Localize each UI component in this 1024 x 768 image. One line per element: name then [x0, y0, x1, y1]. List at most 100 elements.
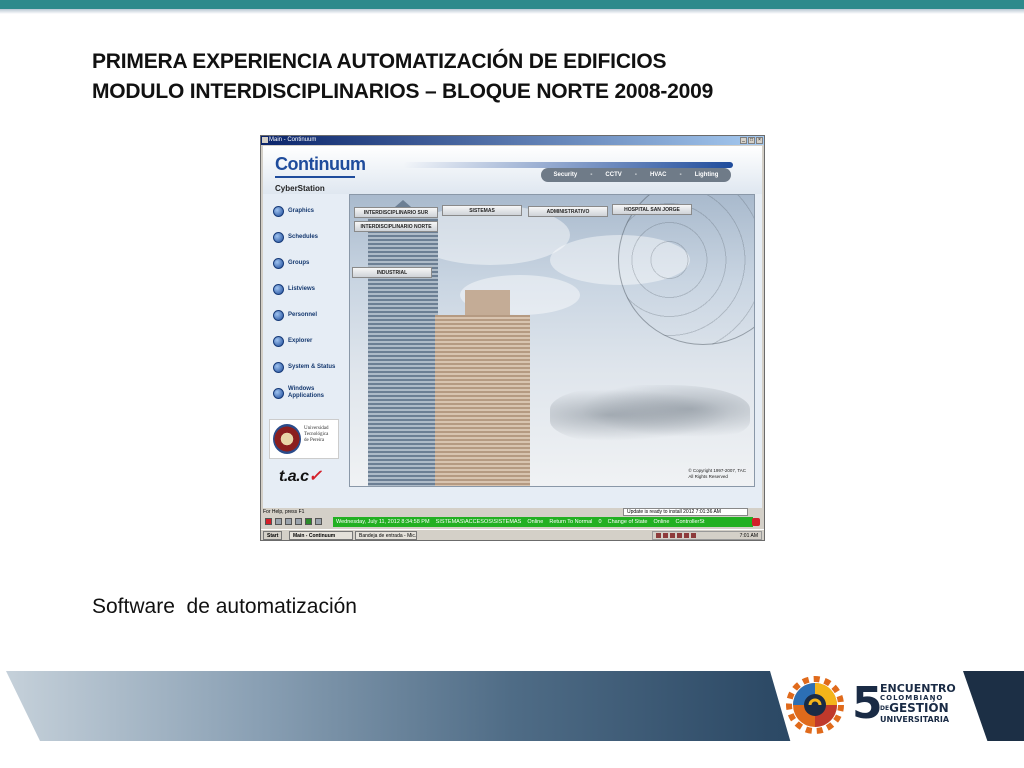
building-administrativo-button[interactable]: ADMINISTRATIVO [528, 206, 608, 217]
graphics-icon [273, 206, 284, 217]
top-accent-shadow [0, 9, 1024, 14]
update-time: 7:01:36 AM [695, 509, 721, 515]
task-bandeja-entrada[interactable]: Bandeja de entrada - Mic... [355, 531, 417, 540]
sidebar-item-label: System & Status [288, 364, 336, 370]
nav-lighting[interactable]: Lighting [695, 172, 719, 178]
building-hospital-san-jorge-button[interactable]: HOSPITAL SAN JORGE [612, 204, 692, 215]
building-sistemas-button[interactable]: SISTEMAS [442, 205, 522, 216]
event-gear-logo-icon [786, 676, 844, 734]
listviews-icon [273, 284, 284, 295]
copyright-text: © Copyright 1997-2007, TAC All Rights Re… [688, 468, 746, 479]
taskbar-clock: 7:01 AM [739, 533, 758, 539]
event-line4: UNIVERSITARIA [880, 715, 950, 724]
sidebar-item-label: Listviews [288, 286, 316, 292]
slide-caption: Software de automatización [92, 595, 357, 618]
university-seal-icon [273, 424, 301, 454]
sidebar-item-listviews[interactable]: Listviews [273, 284, 315, 295]
window-titlebar: Main - Continuum _ □ × [261, 136, 764, 145]
nav-separator: - [590, 172, 593, 178]
schedules-icon [273, 232, 284, 243]
nav-separator: - [634, 172, 637, 178]
sidebar-item-label: Graphics [288, 208, 315, 214]
event-de: DE [880, 705, 890, 712]
explorer-icon [273, 336, 284, 347]
tray-icons [656, 533, 696, 538]
alarm-tool-icon[interactable] [315, 518, 322, 525]
continuum-app: Continuum CyberStation Security - CCTV -… [263, 146, 762, 508]
tray-icon[interactable] [670, 533, 675, 538]
tray-icon[interactable] [663, 533, 668, 538]
nav-hvac[interactable]: HVAC [650, 172, 667, 178]
windows-taskbar: Start Main - Continuum Bandeja de entrad… [261, 529, 764, 540]
nav-security[interactable]: Security [554, 172, 578, 178]
tray-icon[interactable] [684, 533, 689, 538]
sidebar-item-label: Personnel [288, 312, 318, 318]
sidebar-item-system-status[interactable]: System & Status [273, 362, 335, 373]
alarm-bar: Wednesday, July 11, 2012 8:34:58 PM SIST… [263, 516, 762, 528]
update-date: 2012 [683, 509, 695, 515]
window-title: Main - Continuum [269, 137, 317, 143]
alarm-indicator-icon[interactable] [752, 518, 760, 526]
skyscraper-image [368, 215, 438, 486]
brand-underline [275, 176, 355, 178]
alarm-tool-icon[interactable] [265, 518, 272, 525]
event-line3: GESTIÓN [889, 701, 949, 715]
building-interdisciplinario-norte-button[interactable]: INTERDISCIPLINARIO NORTE [354, 221, 438, 232]
top-nav: Security - CCTV - HVAC - Lighting [541, 168, 731, 182]
app-icon [262, 137, 268, 143]
help-text: For Help, press F1 [263, 509, 305, 515]
alarm-message[interactable]: Wednesday, July 11, 2012 8:34:58 PM SIST… [333, 517, 753, 527]
task-main-continuum[interactable]: Main - Continuum [289, 531, 353, 540]
sidebar-item-groups[interactable]: Groups [273, 258, 309, 269]
event-line1: ENCUENTRO [880, 682, 956, 695]
alarm-tool-icon[interactable] [275, 518, 282, 525]
nav-cctv[interactable]: CCTV [605, 172, 621, 178]
tac-logo: t.a.c✓ [279, 468, 322, 485]
alarm-toolbar [265, 518, 322, 525]
sidebar-item-label: Groups [288, 260, 310, 266]
world-map-image [550, 385, 750, 445]
system-status-icon [273, 362, 284, 373]
nav-separator: - [679, 172, 682, 178]
building-graphic-panel: INTERDISCIPLINARIO SUR SISTEMAS ADMINIST… [349, 194, 755, 487]
building-industrial-button[interactable]: INDUSTRIAL [352, 267, 432, 278]
sidebar-item-graphics[interactable]: Graphics [273, 206, 314, 217]
slide-title: PRIMERA EXPERIENCIA AUTOMATIZACIÓN DE ED… [92, 47, 972, 107]
update-text: Update is ready to install [627, 509, 682, 515]
personnel-icon [273, 310, 284, 321]
slide-title-line1: PRIMERA EXPERIENCIA AUTOMATIZACIÓN DE ED… [92, 50, 667, 73]
tray-icon[interactable] [656, 533, 661, 538]
building-image [435, 315, 530, 486]
app-header: Continuum CyberStation Security - CCTV -… [263, 146, 762, 194]
update-notification[interactable]: Update is ready to install 2012 7:01:36 … [623, 508, 748, 516]
event-logo-text: 5 ENCUENTRO COLOMBIANO DEGESTIÓN UNIVERS… [852, 681, 962, 731]
sidebar-item-explorer[interactable]: Explorer [273, 336, 312, 347]
globe-wireframe [618, 195, 754, 345]
sidebar-item-schedules[interactable]: Schedules [273, 232, 318, 243]
building-interdisciplinario-sur-button[interactable]: INTERDISCIPLINARIO SUR [354, 207, 438, 218]
cyberstation-label: CyberStation [275, 184, 325, 193]
tac-check-icon: ✓ [308, 468, 322, 485]
university-logo: Universidad Tecnológica de Pereira [269, 419, 339, 459]
alarm-tool-icon[interactable] [285, 518, 292, 525]
sidebar-item-label: Explorer [288, 338, 313, 344]
groups-icon [273, 258, 284, 269]
event-number: 5 [852, 678, 883, 729]
minimize-button[interactable]: _ [740, 137, 747, 144]
sidebar-item-label: Windows Applications [288, 386, 325, 399]
start-button[interactable]: Start [263, 531, 283, 540]
close-button[interactable]: × [756, 137, 763, 144]
alarm-tool-icon[interactable] [305, 518, 312, 525]
sidebar-item-label: Schedules [288, 234, 319, 240]
sidebar-item-personnel[interactable]: Personnel [273, 310, 317, 321]
continuum-brand: Continuum [275, 154, 366, 174]
windows-applications-icon [273, 387, 284, 399]
slide-title-line2: MODULO INTERDISCIPLINARIOS – BLOQUE NORT… [92, 80, 714, 103]
sidebar-item-windows-applications[interactable]: Windows Applications [273, 386, 328, 400]
top-accent-bar [0, 0, 1024, 9]
tray-icon[interactable] [677, 533, 682, 538]
tray-icon[interactable] [691, 533, 696, 538]
university-name: Universidad Tecnológica de Pereira [304, 426, 329, 443]
alarm-tool-icon[interactable] [295, 518, 302, 525]
maximize-button[interactable]: □ [748, 137, 755, 144]
